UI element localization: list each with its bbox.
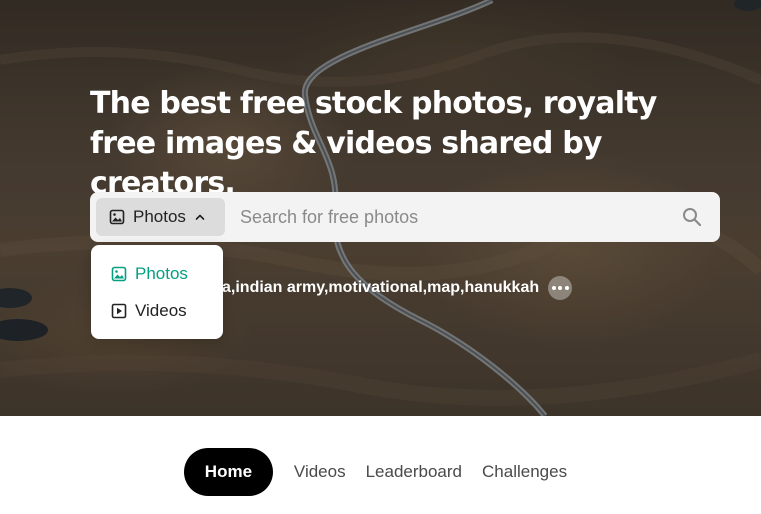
chevron-up-icon <box>194 211 206 223</box>
nav-item-leaderboard[interactable]: Leaderboard <box>356 448 472 496</box>
dropdown-option-label: Photos <box>135 263 188 283</box>
suggestion-tag[interactable]: a, <box>222 279 235 297</box>
media-type-selector[interactable]: Photos <box>96 198 225 236</box>
nav-item-home[interactable]: Home <box>183 448 273 496</box>
hero-headline: The best free stock photos, royalty free… <box>90 86 657 201</box>
media-type-dropdown: Photos Videos <box>91 245 223 339</box>
image-icon <box>109 209 125 225</box>
image-icon <box>111 266 127 282</box>
search-input[interactable] <box>240 202 660 232</box>
search-icon[interactable] <box>682 207 702 231</box>
more-horizontal-icon[interactable] <box>548 276 573 300</box>
suggestion-tag[interactable]: motivational, <box>328 279 427 297</box>
search-bar: Photos <box>90 192 720 242</box>
hero-section: The best free stock photos, royalty free… <box>0 0 761 416</box>
nav-item-challenges[interactable]: Challenges <box>472 448 577 496</box>
video-icon <box>111 303 127 319</box>
media-type-label: Photos <box>133 207 186 226</box>
nav-item-videos[interactable]: Videos <box>284 448 356 496</box>
suggestion-tag[interactable]: map, <box>427 279 464 297</box>
suggestion-tag[interactable]: hanukkah <box>464 279 539 297</box>
dropdown-option-videos[interactable]: Videos <box>91 292 223 329</box>
dropdown-option-label: Videos <box>135 300 187 320</box>
dropdown-option-photos[interactable]: Photos <box>91 255 223 292</box>
trending-searches: a, indian army, motivational, map, hanuk… <box>222 276 573 300</box>
suggestion-tag[interactable]: indian army, <box>235 279 328 297</box>
main-nav: Home Videos Leaderboard Challenges <box>0 448 761 496</box>
